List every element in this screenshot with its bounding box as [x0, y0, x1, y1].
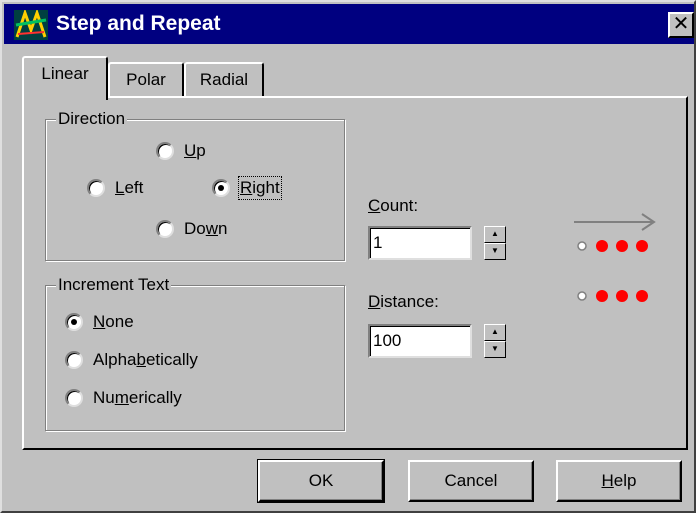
- increment-none-label: None: [93, 312, 134, 331]
- count-spin-down[interactable]: ▼: [484, 243, 506, 260]
- direction-down-label: Down: [184, 219, 228, 238]
- tab-radial[interactable]: Radial: [184, 62, 264, 98]
- direction-up-radio[interactable]: Up: [156, 141, 206, 161]
- distance-spin-up[interactable]: ▲: [484, 324, 506, 341]
- help-button[interactable]: Help: [556, 460, 682, 502]
- linear-tab-panel: Direction Up Left Right Down Increment T…: [22, 96, 688, 450]
- radio-indicator: [65, 389, 83, 407]
- count-input[interactable]: [368, 226, 472, 260]
- direction-left-radio[interactable]: Left: [87, 178, 143, 198]
- tab-linear-label: Linear: [41, 64, 89, 83]
- direction-down-radio[interactable]: Down: [156, 219, 227, 239]
- direction-right-label: Right: [238, 176, 282, 200]
- increment-numerically-label: Numerically: [93, 388, 182, 407]
- radio-indicator: [156, 220, 174, 238]
- title-bar[interactable]: Step and Repeat ✕: [4, 4, 694, 44]
- count-label: Count:: [368, 196, 419, 215]
- close-button[interactable]: ✕: [668, 12, 694, 38]
- radio-indicator-selected: [212, 179, 230, 197]
- tab-linear[interactable]: Linear: [22, 56, 108, 100]
- help-button-label: Help: [601, 471, 637, 490]
- ok-button[interactable]: OK: [257, 459, 385, 503]
- cancel-button[interactable]: Cancel: [408, 460, 534, 502]
- count-spinner[interactable]: ▲ ▼: [484, 226, 506, 260]
- radio-indicator-selected: [65, 313, 83, 331]
- radio-indicator: [87, 179, 105, 197]
- window-title: Step and Repeat: [56, 12, 221, 35]
- increment-none-radio[interactable]: None: [65, 312, 134, 332]
- direction-group-title: Direction: [56, 109, 128, 129]
- app-icon: [14, 10, 48, 40]
- distance-spinner[interactable]: ▲ ▼: [484, 324, 506, 358]
- tab-radial-label: Radial: [199, 70, 249, 89]
- direction-right-radio[interactable]: Right: [212, 176, 282, 200]
- radio-indicator: [65, 351, 83, 369]
- direction-left-label: Left: [115, 178, 144, 197]
- distance-input[interactable]: [368, 324, 472, 358]
- close-icon: ✕: [672, 13, 690, 35]
- direction-preview-icon: [574, 213, 656, 302]
- tab-polar[interactable]: Polar: [108, 62, 184, 98]
- tab-polar-label: Polar: [126, 70, 166, 89]
- increment-alphabetically-radio[interactable]: Alphabetically: [65, 350, 198, 370]
- ok-button-label: OK: [308, 471, 334, 490]
- cancel-button-label: Cancel: [444, 471, 498, 490]
- radio-indicator: [156, 142, 174, 160]
- direction-up-label: Up: [184, 141, 206, 160]
- increment-alphabetically-label: Alphabetically: [93, 350, 198, 369]
- increment-text-group-title: Increment Text: [56, 275, 172, 295]
- increment-numerically-radio[interactable]: Numerically: [65, 388, 182, 408]
- distance-label: Distance:: [368, 292, 439, 311]
- direction-group: Direction Up Left Right Down: [45, 109, 345, 261]
- distance-spin-down[interactable]: ▼: [484, 341, 506, 358]
- count-spin-up[interactable]: ▲: [484, 226, 506, 243]
- increment-text-group: Increment Text None Alphabetically Numer…: [45, 275, 345, 431]
- step-and-repeat-dialog: Step and Repeat ✕ Linear Polar Radial Di…: [0, 0, 696, 513]
